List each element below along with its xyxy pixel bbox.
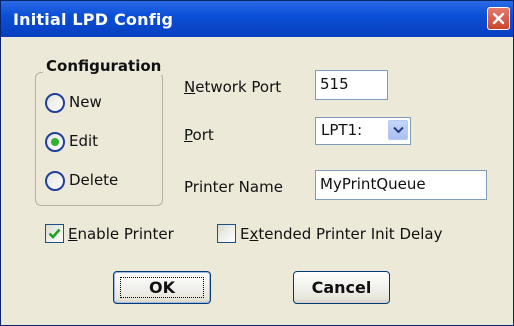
radio-new-label[interactable]: New bbox=[69, 93, 102, 111]
printer-name-label: Printer Name bbox=[184, 178, 283, 196]
ok-button[interactable]: OK bbox=[113, 271, 211, 304]
enable-printer-label[interactable]: Enable Printer bbox=[68, 225, 174, 243]
radio-edit-label[interactable]: Edit bbox=[69, 132, 98, 150]
extended-delay-checkbox[interactable] bbox=[217, 224, 236, 243]
network-port-input[interactable]: 515 bbox=[315, 70, 388, 100]
focus-rectangle bbox=[120, 277, 204, 298]
network-port-label: Network Port bbox=[184, 78, 282, 96]
radio-delete-label[interactable]: Delete bbox=[69, 171, 118, 189]
cancel-button-label: Cancel bbox=[311, 278, 372, 297]
close-x-icon bbox=[492, 12, 505, 25]
port-select-value: LPT1: bbox=[321, 121, 363, 139]
dialog-window: Initial LPD Config Configuration New Edi… bbox=[0, 0, 514, 326]
window-title: Initial LPD Config bbox=[13, 10, 174, 29]
radio-delete[interactable] bbox=[45, 171, 65, 191]
radio-selected-dot bbox=[51, 138, 59, 146]
radio-edit[interactable] bbox=[45, 132, 65, 152]
enable-printer-checkbox[interactable] bbox=[45, 224, 64, 243]
printer-name-input[interactable]: MyPrintQueue bbox=[315, 170, 487, 200]
port-dropdown-button[interactable] bbox=[388, 120, 408, 140]
close-button[interactable] bbox=[487, 7, 510, 30]
extended-delay-label[interactable]: Extended Printer Init Delay bbox=[240, 225, 442, 243]
port-select[interactable]: LPT1: bbox=[315, 117, 411, 145]
configuration-group-title: Configuration bbox=[43, 57, 165, 75]
radio-new[interactable] bbox=[45, 93, 65, 113]
chevron-down-icon bbox=[393, 126, 404, 134]
checkmark-icon bbox=[48, 228, 61, 239]
cancel-button[interactable]: Cancel bbox=[293, 271, 390, 304]
title-bar[interactable]: Initial LPD Config bbox=[1, 1, 513, 37]
port-label: Port bbox=[184, 126, 214, 144]
